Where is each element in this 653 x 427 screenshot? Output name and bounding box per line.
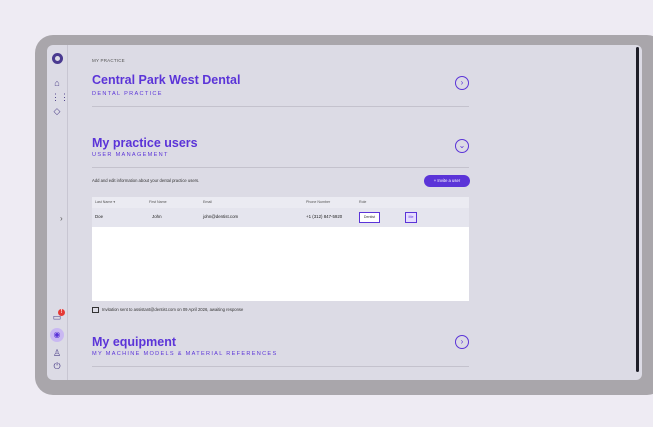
scrollbar[interactable] bbox=[636, 47, 639, 372]
column-last-name[interactable]: Last Name ▾ bbox=[95, 200, 115, 204]
breadcrumb: MY PRACTICE bbox=[92, 58, 125, 63]
me-badge: Me bbox=[405, 212, 417, 223]
cell-first-name: John bbox=[152, 214, 162, 219]
practice-subtitle: DENTAL PRACTICE bbox=[92, 91, 163, 97]
equipment-expand-button[interactable]: › bbox=[455, 335, 469, 349]
practice-title: Central Park West Dental bbox=[92, 73, 241, 87]
users-title: My practice users bbox=[92, 136, 198, 150]
brand-logo-icon[interactable] bbox=[52, 53, 63, 64]
sidebar: ⌂ ⋮⋮ ◇ › ▭ ! ◉ ♙ ⏻ bbox=[47, 45, 69, 380]
divider bbox=[92, 106, 469, 107]
practice-expand-button[interactable]: › bbox=[455, 76, 469, 90]
users-table: Last Name ▾ First Name Email Phone Numbe… bbox=[92, 197, 469, 301]
notification-badge: ! bbox=[58, 309, 65, 316]
divider bbox=[92, 366, 469, 367]
column-role[interactable]: Role bbox=[359, 200, 366, 204]
users-subtitle: USER MANAGEMENT bbox=[92, 152, 169, 158]
divider bbox=[92, 167, 469, 168]
table-row[interactable]: Doe John john@dentist.com +1 (312) 847-5… bbox=[92, 208, 469, 227]
users-description: Add and edit information about your dent… bbox=[92, 178, 200, 183]
user-icon[interactable]: ♙ bbox=[51, 347, 63, 359]
home-icon[interactable]: ⌂ bbox=[51, 77, 63, 89]
invitation-note: Invitation sent to assistant@dentist.com… bbox=[92, 307, 243, 313]
column-email[interactable]: Email bbox=[203, 200, 212, 204]
cell-phone: +1 (312) 847-5920 bbox=[306, 214, 343, 219]
column-phone[interactable]: Phone Number bbox=[306, 200, 330, 204]
power-icon[interactable]: ⏻ bbox=[51, 360, 63, 372]
invite-user-button[interactable]: + Invite a user bbox=[424, 175, 470, 187]
cell-email: john@dentist.com bbox=[203, 214, 239, 219]
role-select[interactable]: Dentist bbox=[359, 212, 380, 223]
graduation-cap-icon[interactable]: ◇ bbox=[51, 105, 63, 117]
clinic-icon[interactable]: ◉ bbox=[50, 328, 64, 342]
app-screen: ⌂ ⋮⋮ ◇ › ▭ ! ◉ ♙ ⏻ MY PRACTICE Central P… bbox=[47, 45, 642, 380]
grid-icon[interactable]: ⋮⋮ bbox=[51, 91, 69, 103]
cell-last-name: Doe bbox=[95, 214, 104, 219]
sidebar-expand-icon[interactable]: › bbox=[60, 214, 63, 223]
equipment-title: My equipment bbox=[92, 335, 177, 349]
users-collapse-button[interactable]: ⌄ bbox=[455, 139, 469, 153]
equipment-subtitle: MY MACHINE MODELS & MATERIAL REFERENCES bbox=[92, 351, 278, 357]
table-header: Last Name ▾ First Name Email Phone Numbe… bbox=[92, 197, 469, 208]
column-first-name[interactable]: First Name bbox=[149, 200, 167, 204]
mail-icon bbox=[92, 307, 99, 313]
sort-icon[interactable]: ▾ bbox=[113, 200, 115, 204]
